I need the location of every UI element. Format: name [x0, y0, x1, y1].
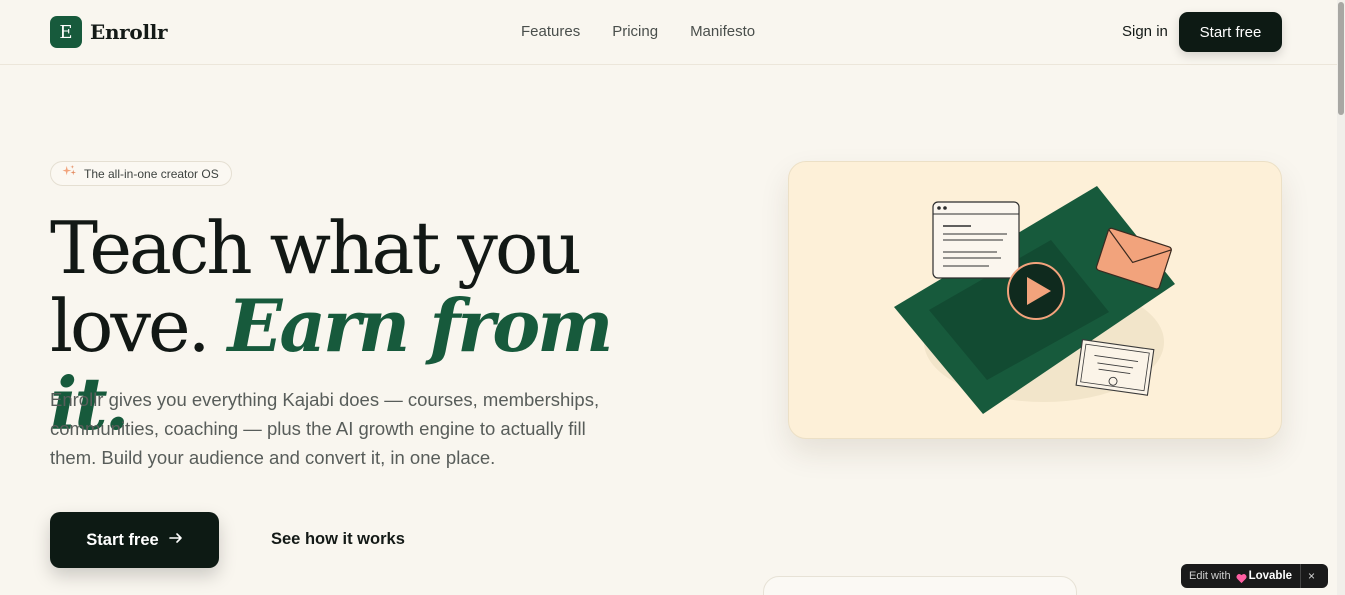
see-how-it-works-link[interactable]: See how it works	[271, 530, 405, 549]
brand-name: Enrollr	[90, 20, 168, 44]
hero-subtext: Enrollr gives you everything Kajabi does…	[50, 389, 600, 468]
edit-with-lovable-badge[interactable]: Edit with Lovable ×	[1181, 564, 1328, 588]
browser-window-icon	[932, 201, 1020, 279]
arrow-right-icon	[168, 531, 183, 550]
certificate-icon	[1075, 339, 1155, 396]
heart-icon	[1236, 571, 1247, 583]
main-nav: Features Pricing Manifesto	[521, 23, 755, 40]
illustration-artwork	[894, 186, 1175, 414]
brand-logo[interactable]: E Enrollr	[50, 16, 168, 48]
headline-line2: love.	[50, 284, 211, 368]
hero-badge: The all-in-one creator OS	[50, 161, 232, 186]
start-free-button[interactable]: Start free	[50, 512, 219, 568]
nav-item-manifesto[interactable]: Manifesto	[690, 23, 755, 40]
hero-illustration	[788, 161, 1282, 439]
play-icon	[1007, 262, 1065, 320]
headline-line1: Teach what you	[50, 206, 582, 290]
lovable-brand: Lovable	[1248, 570, 1293, 582]
start-free-label: Start free	[86, 530, 159, 549]
top-navbar: E Enrollr Features Pricing Manifesto Sig…	[0, 0, 1337, 65]
logo-mark: E	[50, 16, 82, 48]
sign-in-link[interactable]: Sign in	[1122, 23, 1168, 40]
divider	[1300, 564, 1302, 588]
nav-item-pricing[interactable]: Pricing	[612, 23, 658, 40]
scrollbar[interactable]	[1337, 0, 1345, 595]
start-free-button-header[interactable]: Start free	[1179, 12, 1282, 52]
close-icon[interactable]: ×	[1308, 569, 1315, 583]
lovable-edit-text: Edit with	[1189, 570, 1231, 582]
feature-card-peek	[763, 576, 1077, 595]
nav-item-features[interactable]: Features	[521, 23, 580, 40]
badge-text: The all-in-one creator OS	[84, 166, 219, 181]
sparkle-icon	[62, 164, 77, 184]
scrollbar-thumb[interactable]	[1338, 2, 1344, 115]
